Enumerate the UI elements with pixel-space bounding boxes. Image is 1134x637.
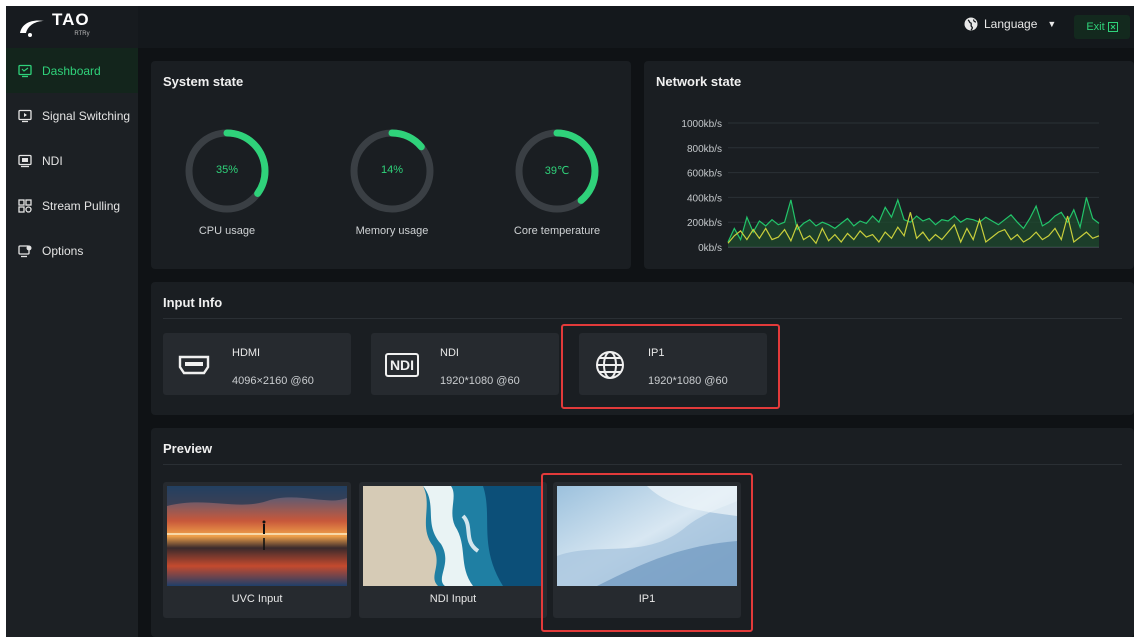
input-resolution: 4096×2160 @60	[232, 375, 314, 387]
ndi-logo-text: NDI	[384, 353, 420, 377]
y-tick-label: 800kb/s	[687, 144, 722, 155]
app-window: TAO RTRy Language ▼ Exit Dashboard Signa…	[6, 6, 1134, 637]
preview-thumbnail-waves	[363, 486, 543, 586]
input-name: IP1	[648, 347, 665, 359]
exit-label: Exit	[1086, 21, 1105, 33]
input-card-ndi[interactable]: NDI NDI 1920*1080 @60	[371, 333, 559, 395]
input-name: NDI	[440, 347, 459, 359]
hdmi-icon	[175, 346, 213, 384]
exit-icon	[1107, 22, 1118, 32]
ndi-logo-icon: NDI	[383, 346, 421, 384]
exit-button[interactable]: Exit	[1074, 15, 1130, 39]
top-bar: TAO RTRy Language ▼ Exit	[6, 6, 1134, 48]
logo-text: TAO RTRy	[52, 11, 90, 41]
sidebar-item-dashboard[interactable]: Dashboard	[6, 48, 138, 93]
sidebar-item-label: Stream Pulling	[42, 198, 121, 213]
input-info-panel: Input Info HDMI 4096×2160 @60 NDI NDI 19…	[151, 282, 1134, 415]
caret-down-icon: ▼	[1047, 19, 1057, 29]
sidebar-item-label: Signal Switching	[42, 108, 131, 123]
system-state-panel: System state 35% CPU usage 14% Memory us…	[151, 61, 631, 269]
preview-title: Preview	[163, 441, 213, 456]
input-card-hdmi[interactable]: HDMI 4096×2160 @60	[163, 333, 351, 395]
input-resolution: 1920*1080 @60	[648, 375, 728, 387]
y-tick-label: 400kb/s	[687, 193, 722, 204]
language-selector[interactable]: Language ▼	[964, 17, 1056, 31]
sidebar-item-signal-switching[interactable]: Signal Switching	[6, 93, 138, 138]
cpu-gauge: 35%	[183, 127, 271, 215]
input-resolution: 1920*1080 @60	[440, 375, 520, 387]
y-tick-label: 1000kb/s	[681, 119, 722, 130]
memory-label: Memory usage	[355, 225, 429, 237]
dashboard-icon	[18, 64, 32, 78]
preview-thumbnail-sunset	[167, 486, 347, 586]
preview-card-ip1[interactable]: IP1	[553, 482, 741, 618]
input-card-ip1[interactable]: IP1 1920*1080 @60	[579, 333, 767, 395]
globe-small-icon	[964, 17, 978, 31]
system-state-title: System state	[163, 74, 244, 89]
globe-icon	[591, 346, 629, 384]
network-state-panel: Network state 1000kb/s 800kb/s 600kb/s 400k…	[644, 61, 1134, 269]
sidebar-item-stream-pulling[interactable]: Stream Pulling	[6, 183, 138, 228]
language-label: Language	[984, 17, 1038, 31]
sidebar-item-ndi[interactable]: NDI	[6, 138, 138, 183]
cpu-label: CPU usage	[198, 225, 256, 237]
divider	[163, 318, 1122, 319]
divider	[163, 464, 1122, 465]
preview-label: NDI Input	[429, 593, 477, 605]
sidebar-item-options[interactable]: Options	[6, 228, 138, 273]
y-tick-label: 600kb/s	[687, 169, 722, 180]
input-info-title: Input Info	[163, 295, 223, 310]
sidebar-item-label: Options	[42, 243, 84, 258]
stream-icon	[18, 198, 32, 213]
sidebar-item-label: Dashboard	[42, 63, 101, 78]
cpu-value: 35%	[215, 164, 239, 176]
input-name: HDMI	[232, 347, 261, 359]
preview-card-uvc[interactable]: UVC Input	[163, 482, 351, 618]
temperature-gauge: 39℃	[513, 127, 601, 215]
y-tick-label: 0kb/s	[698, 243, 722, 254]
memory-value: 14%	[380, 164, 404, 176]
preview-label: IP1	[638, 593, 656, 605]
temperature-value: 39℃	[544, 165, 570, 177]
preview-panel: Preview UVC Input NDI Input IP1	[151, 428, 1134, 637]
signal-switch-icon	[18, 109, 32, 123]
preview-card-ndi[interactable]: NDI Input	[359, 482, 547, 618]
y-tick-label: 200kb/s	[687, 218, 722, 229]
memory-gauge: 14%	[348, 127, 436, 215]
preview-thumbnail-snow	[557, 486, 737, 586]
logo-subtitle: RTRy	[74, 31, 90, 37]
sidebar-item-label: NDI	[42, 153, 63, 168]
network-chart: 1000kb/s 800kb/s 600kb/s 400kb/s 200kb/s 0kb/…	[681, 119, 1100, 254]
preview-label: UVC Input	[231, 593, 283, 605]
logo: TAO RTRy	[6, 6, 138, 48]
options-icon	[18, 244, 32, 258]
temperature-label: Core temperature	[513, 225, 601, 237]
ndi-icon	[18, 154, 32, 168]
logo-mark-icon	[20, 20, 44, 37]
sidebar: Dashboard Signal Switching NDI Stream Pu…	[6, 48, 138, 637]
